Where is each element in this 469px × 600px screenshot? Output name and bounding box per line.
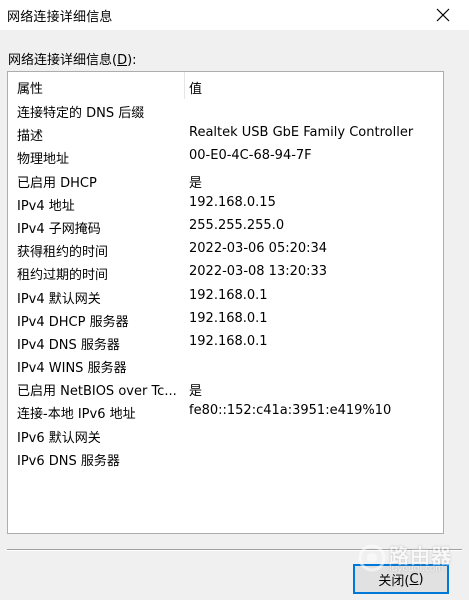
row-property: IPv4 DHCP 服务器 bbox=[17, 314, 129, 330]
details-list[interactable]: 属性 值 连接特定的 DNS 后缀 描述 Realtek USB GbE Famil… bbox=[7, 71, 444, 534]
row-property: IPv4 地址 bbox=[17, 198, 75, 214]
row-property: 获得租约的时间 bbox=[17, 245, 109, 261]
table-row[interactable]: IPv4 DHCP 服务器 192.168.0.1 bbox=[8, 308, 443, 331]
row-property: 已启用 NetBIOS over Tc... bbox=[17, 384, 177, 400]
table-row[interactable]: IPv4 WINS 服务器 bbox=[8, 354, 443, 377]
list-rows: 连接特定的 DNS 后缀 描述 Realtek USB GbE Family Con… bbox=[8, 99, 443, 470]
title-bar: 网络连接详细信息 bbox=[0, 0, 469, 30]
table-row[interactable]: 获得租约的时间 2022-03-06 05:20:34 bbox=[8, 238, 443, 261]
row-property: IPv4 默认网关 bbox=[17, 291, 101, 307]
table-row[interactable]: 连接-本地 IPv6 地址 fe80::152:c41a:3951:e419%10 bbox=[8, 400, 443, 423]
row-value: 是 bbox=[189, 384, 203, 400]
row-value: Realtek USB GbE Family Controller bbox=[189, 125, 414, 141]
column-divider[interactable] bbox=[184, 72, 185, 99]
details-label: 网络连接详细信息(D): bbox=[8, 53, 137, 68]
table-row[interactable]: IPv4 DNS 服务器 192.168.0.1 bbox=[8, 331, 443, 354]
row-value: fe80::152:c41a:3951:e419%10 bbox=[189, 403, 392, 419]
table-row[interactable]: IPv6 默认网关 bbox=[8, 424, 443, 447]
row-property: 已启用 DHCP bbox=[17, 175, 97, 191]
row-value: 192.168.0.1 bbox=[189, 333, 268, 349]
row-property: 连接特定的 DNS 后缀 bbox=[17, 106, 145, 121]
close-button[interactable]: 关闭(C) bbox=[353, 564, 449, 594]
table-row[interactable]: IPv4 默认网关 192.168.0.1 bbox=[8, 285, 443, 308]
column-header-property[interactable]: 属性 bbox=[17, 78, 43, 97]
table-row[interactable]: IPv6 DNS 服务器 bbox=[8, 447, 443, 470]
row-value: 是 bbox=[189, 175, 203, 191]
table-row[interactable]: IPv4 地址 192.168.0.15 bbox=[8, 192, 443, 215]
close-icon bbox=[436, 8, 450, 22]
row-value: 255.255.255.0 bbox=[189, 217, 285, 233]
table-row[interactable]: 连接特定的 DNS 后缀 bbox=[8, 99, 443, 122]
close-button-accelerator: C bbox=[409, 571, 419, 587]
row-value: 00-E0-4C-68-94-7F bbox=[189, 148, 312, 164]
table-row[interactable]: 描述 Realtek USB GbE Family Controller bbox=[8, 122, 443, 145]
details-label-accelerator: D bbox=[117, 53, 128, 68]
table-row[interactable]: 已启用 NetBIOS over Tc... 是 bbox=[8, 377, 443, 400]
row-property: 连接-本地 IPv6 地址 bbox=[17, 407, 136, 423]
table-row[interactable]: 物理地址 00-E0-4C-68-94-7F bbox=[8, 145, 443, 168]
row-property: IPv6 DNS 服务器 bbox=[17, 453, 120, 469]
row-property: 描述 bbox=[17, 129, 44, 145]
row-property: 物理地址 bbox=[17, 152, 70, 168]
row-property: IPv6 默认网关 bbox=[17, 430, 101, 446]
row-value: 192.168.0.15 bbox=[189, 194, 276, 210]
row-value: 192.168.0.1 bbox=[189, 310, 268, 326]
row-value: 2022-03-08 13:20:33 bbox=[189, 264, 328, 280]
table-row[interactable]: 租约过期的时间 2022-03-08 13:20:33 bbox=[8, 261, 443, 284]
window-close-button[interactable] bbox=[430, 2, 456, 28]
footer-divider bbox=[7, 549, 462, 551]
table-row[interactable]: 已启用 DHCP 是 bbox=[8, 169, 443, 192]
table-row[interactable]: IPv4 子网掩码 255.255.255.0 bbox=[8, 215, 443, 238]
column-header-value[interactable]: 值 bbox=[189, 78, 202, 97]
row-property: 租约过期的时间 bbox=[17, 268, 109, 284]
row-value: 192.168.0.1 bbox=[189, 287, 268, 303]
row-value: 2022-03-06 05:20:34 bbox=[189, 241, 328, 257]
window-title: 网络连接详细信息 bbox=[7, 10, 113, 25]
row-property: IPv4 子网掩码 bbox=[17, 221, 101, 237]
row-property: IPv4 WINS 服务器 bbox=[17, 361, 127, 377]
list-header: 属性 值 bbox=[8, 72, 443, 99]
row-property: IPv4 DNS 服务器 bbox=[17, 337, 120, 353]
